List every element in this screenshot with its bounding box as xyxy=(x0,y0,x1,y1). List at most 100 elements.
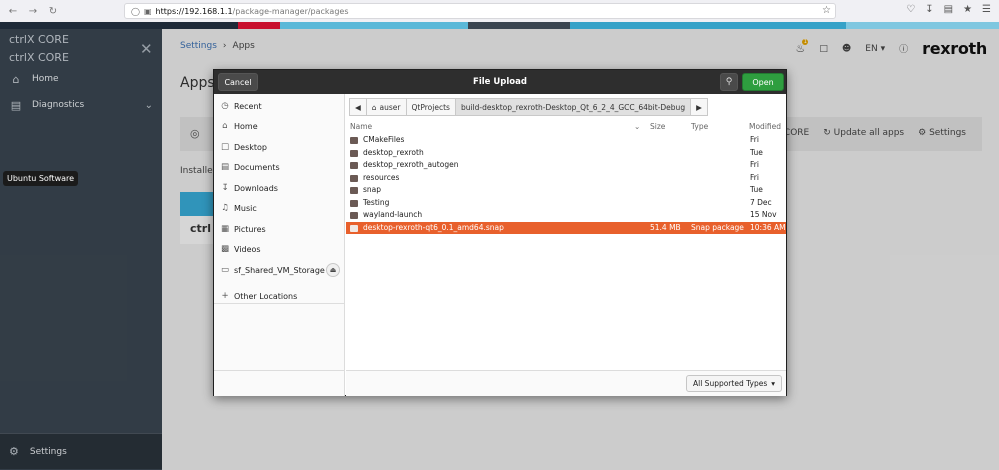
dialog-header: File Upload Cancel ⚲ Open xyxy=(214,70,786,94)
file-row[interactable]: desktop_rexroth Tue xyxy=(346,147,786,160)
file-modified: Tue xyxy=(750,147,763,157)
menu-icon[interactable]: ☰ xyxy=(982,4,991,15)
folder-icon xyxy=(350,149,358,157)
column-type[interactable]: Type xyxy=(691,122,708,131)
file-icon xyxy=(350,224,358,232)
extensions-icon[interactable]: ★ xyxy=(963,4,972,15)
file-modified: Tue xyxy=(750,185,763,194)
column-name[interactable]: Name xyxy=(350,122,372,131)
clock-icon: ◷ xyxy=(221,101,229,111)
place-label: Other Locations xyxy=(234,291,298,301)
places-sidebar: ◷ Recent ⌂ Home □ Desktop ▤ Documents ↧ Downl… xyxy=(214,94,345,370)
places-footer xyxy=(214,370,345,396)
path-segment-qtprojects[interactable]: QtProjects xyxy=(405,98,456,116)
drive-icon: ▭ xyxy=(220,265,230,275)
path-forward-arrow-icon[interactable]: ▶ xyxy=(690,98,708,116)
file-list-header: Name ⌄ Size Type Modified xyxy=(346,121,786,134)
folder-icon xyxy=(350,199,358,207)
home-icon: ⌂ xyxy=(371,102,377,112)
url-path: /package-manager/packages xyxy=(232,6,349,16)
picture-icon: ▦ xyxy=(220,224,230,234)
folder-icon xyxy=(350,137,358,144)
video-icon: ▩ xyxy=(220,244,230,254)
file-name: desktop_rexroth_autogen xyxy=(363,160,459,169)
place-pictures[interactable]: ▦ Pictures xyxy=(220,220,340,238)
place-recent[interactable]: ◷ Recent xyxy=(220,97,340,115)
bookmark-star-icon[interactable]: ☆ xyxy=(822,5,831,16)
file-name: CMakeFiles xyxy=(363,135,405,144)
column-modified[interactable]: Modified xyxy=(749,122,781,131)
desktop-icon: □ xyxy=(220,142,230,152)
file-name: desktop_rexroth xyxy=(363,147,424,157)
cancel-button[interactable]: Cancel xyxy=(218,73,258,91)
file-name: wayland-launch xyxy=(363,210,423,219)
pocket-icon[interactable]: ♡ xyxy=(906,4,915,15)
place-label: sf_Shared_VM_Storage xyxy=(234,265,325,275)
file-name: resources xyxy=(363,172,400,182)
path-segment-home[interactable]: ⌂ auser xyxy=(365,98,407,116)
place-other-locations[interactable]: + Other Locations xyxy=(220,287,340,305)
place-label: Documents xyxy=(234,162,280,172)
place-label: Home xyxy=(234,121,258,131)
sort-chevron-icon: ⌄ xyxy=(634,122,641,131)
file-row[interactable]: CMakeFiles Fri xyxy=(346,134,786,147)
path-back-arrow-icon[interactable]: ◀ xyxy=(349,98,367,116)
file-type-filter-select[interactable]: All Supported Types ▾ xyxy=(686,375,782,392)
file-modified: Fri xyxy=(750,160,759,169)
path-bar: ◀ ⌂ auser QtProjects build-desktop_rexrot… xyxy=(349,98,708,116)
file-modified: 10:36 AM xyxy=(750,222,786,232)
document-icon: ▤ xyxy=(220,162,230,172)
downloads-icon[interactable]: ↧ xyxy=(925,4,933,15)
shield-icon: ◯ xyxy=(131,6,140,16)
home-icon: ⌂ xyxy=(222,121,228,131)
place-videos[interactable]: ▩ Videos xyxy=(220,240,340,258)
place-label: Downloads xyxy=(234,183,278,193)
file-modified: 15 Nov xyxy=(750,210,777,219)
filter-label: All Supported Types xyxy=(693,379,768,388)
dialog-footer: All Supported Types ▾ xyxy=(346,370,786,396)
url-bar[interactable]: ◯ ▣ https://192.168.1.1 /package-manager… xyxy=(124,3,836,19)
place-label: Desktop xyxy=(234,142,267,152)
eject-icon[interactable]: ⏏ xyxy=(326,263,340,277)
file-modified: Fri xyxy=(750,135,759,144)
place-music[interactable]: ♫ Music xyxy=(220,199,340,217)
file-size: 51.4 MB xyxy=(650,222,681,232)
file-upload-dialog: File Upload Cancel ⚲ Open ◷ Recent ⌂ Home … xyxy=(213,69,787,396)
search-icon[interactable]: ⚲ xyxy=(720,73,738,91)
path-segment-current[interactable]: build-desktop_rexroth-Desktop_Qt_6_2_4_G… xyxy=(454,98,692,116)
place-home[interactable]: ⌂ Home xyxy=(220,117,340,135)
open-button[interactable]: Open xyxy=(742,73,784,91)
brand-color-strip xyxy=(0,22,999,29)
reload-icon[interactable]: ↻ xyxy=(46,4,60,18)
plus-icon: + xyxy=(221,291,229,301)
folder-icon xyxy=(350,162,358,169)
place-label: Recent xyxy=(234,101,262,111)
folder-icon xyxy=(350,187,358,194)
place-documents[interactable]: ▤ Documents xyxy=(220,158,340,176)
folder-icon xyxy=(350,174,358,182)
place-downloads[interactable]: ↧ Downloads xyxy=(220,179,340,197)
file-row[interactable]: resources Fri xyxy=(346,172,786,185)
file-row[interactable]: Testing 7 Dec xyxy=(346,197,786,210)
folder-icon xyxy=(350,212,358,219)
browser-toolbar: ← → ↻ ◯ ▣ https://192.168.1.1 /package-m… xyxy=(0,0,999,22)
file-row[interactable]: snap Tue xyxy=(346,184,786,197)
place-desktop[interactable]: □ Desktop xyxy=(220,138,340,156)
lock-icon: ▣ xyxy=(143,6,152,16)
place-label: Music xyxy=(234,203,257,213)
file-row[interactable]: wayland-launch 15 Nov xyxy=(346,209,786,222)
file-name: Testing xyxy=(363,197,390,207)
back-arrow-icon[interactable]: ← xyxy=(6,4,20,18)
file-row[interactable]: desktop_rexroth_autogen Fri xyxy=(346,159,786,172)
dialog-title: File Upload xyxy=(473,77,527,87)
place-shared-storage[interactable]: ▭ sf_Shared_VM_Storage ⏏ xyxy=(220,261,340,279)
file-modified: Fri xyxy=(750,172,759,182)
file-row[interactable]: desktop-rexroth-qt6_0.1_amd64.snap 51.4 M… xyxy=(346,221,786,234)
chevron-down-icon: ▾ xyxy=(771,379,775,388)
music-icon: ♫ xyxy=(221,203,229,213)
file-modified: 7 Dec xyxy=(750,197,772,207)
column-size[interactable]: Size xyxy=(650,122,665,131)
file-type: Snap package xyxy=(691,222,744,232)
library-icon[interactable]: ▤ xyxy=(944,4,953,15)
forward-arrow-icon[interactable]: → xyxy=(26,4,40,18)
